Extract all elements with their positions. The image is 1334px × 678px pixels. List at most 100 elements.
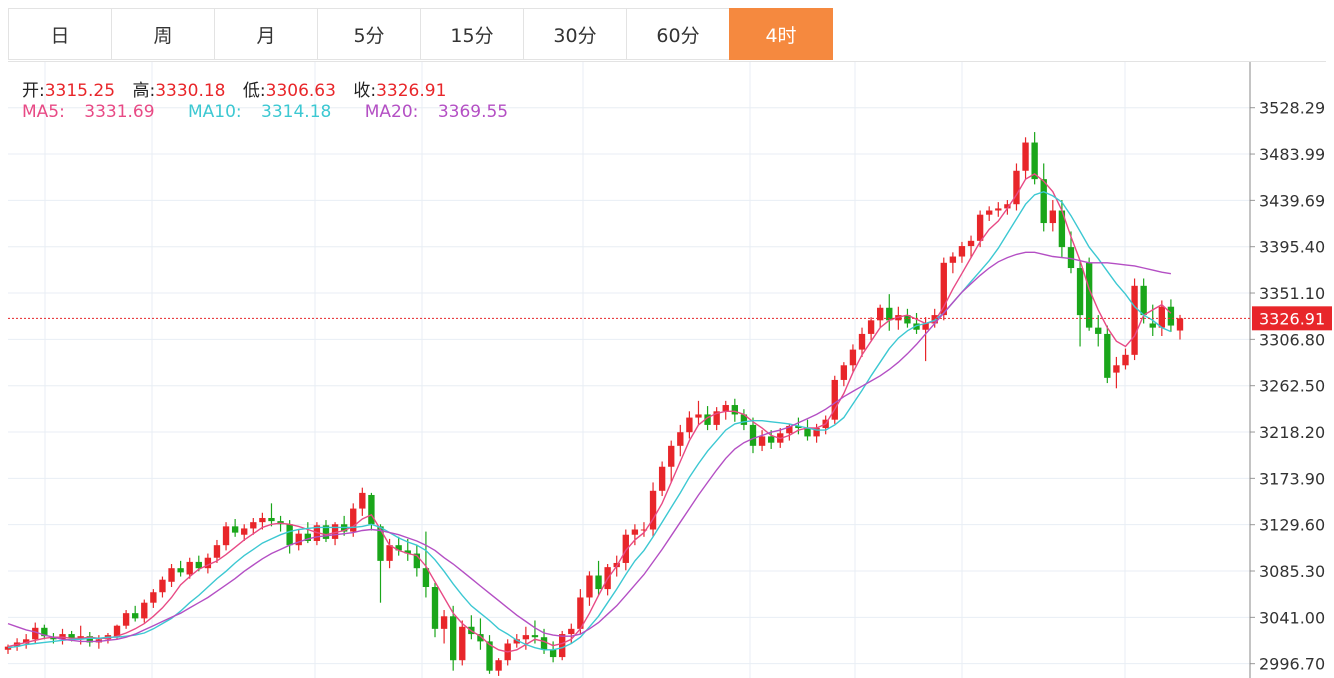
candle-body — [586, 575, 593, 598]
candle-body — [250, 522, 257, 529]
candle-body — [1095, 327, 1102, 334]
y-tick-label: 3439.69 — [1259, 191, 1325, 210]
candle-body — [986, 210, 993, 215]
ma-readout: MA5: 3331.69 MA10: 3314.18 MA20: 3369.55 — [22, 102, 536, 122]
candle-body — [186, 561, 193, 575]
candle-body — [241, 528, 248, 535]
candle-body — [231, 526, 239, 533]
candle-body — [858, 333, 866, 350]
candle-body — [1076, 268, 1084, 316]
candle-body — [1131, 285, 1138, 355]
candle-body — [995, 208, 1002, 211]
candle-body — [1167, 306, 1175, 326]
current-price-label: 3326.91 — [1259, 309, 1325, 328]
candle-body — [949, 256, 957, 263]
ma10-value: 3314.18 — [261, 102, 332, 122]
candle-body — [658, 466, 666, 491]
candle-body — [549, 649, 557, 658]
candle-body — [1067, 247, 1075, 269]
candle-body — [568, 628, 575, 635]
y-tick-label: 3129.60 — [1259, 516, 1325, 535]
candle-body — [695, 414, 702, 418]
candle-body — [722, 405, 729, 412]
y-tick-label: 3041.00 — [1259, 608, 1325, 627]
candle-body — [368, 494, 375, 525]
ma20-readout: MA20: 3369.55 — [365, 102, 522, 122]
candle-body — [168, 568, 175, 582]
y-tick-label: 3173.90 — [1259, 469, 1325, 488]
candle-body — [867, 320, 875, 334]
candle-body — [286, 524, 293, 546]
candle-body — [1022, 142, 1029, 171]
candle-body — [967, 240, 975, 247]
candle-body — [359, 492, 366, 509]
candle-body — [122, 613, 130, 626]
y-tick-label: 3351.10 — [1259, 284, 1325, 303]
candle-body — [1040, 179, 1047, 224]
ma5-label: MA5: — [22, 102, 65, 122]
candle-body — [976, 214, 984, 241]
candle-body — [1140, 285, 1147, 316]
candle-body — [449, 616, 457, 661]
candle-body — [459, 626, 466, 661]
candle-body — [177, 568, 184, 573]
ma5-value: 3331.69 — [84, 102, 155, 122]
candle-body — [840, 365, 848, 380]
candle-body — [132, 613, 139, 619]
candle-body — [522, 635, 530, 640]
y-tick-label: 3306.80 — [1259, 330, 1325, 349]
ma5-readout: MA5: 3331.69 — [22, 102, 169, 122]
y-tick-label: 3395.40 — [1259, 238, 1325, 257]
open-value: 3315.25 — [44, 81, 116, 101]
candle-body — [749, 424, 757, 446]
candle-body — [767, 436, 775, 443]
candle-body — [386, 545, 393, 561]
close-value: 3326.91 — [376, 81, 447, 101]
candle-body — [677, 432, 684, 446]
candle-body — [195, 561, 202, 569]
candle-body — [159, 579, 166, 593]
candle-body — [222, 526, 230, 546]
candle-body — [1104, 333, 1111, 378]
low-value: 3306.63 — [265, 81, 336, 101]
ma20-label: MA20: — [364, 102, 419, 122]
candle-body — [495, 660, 502, 671]
candle-body — [631, 529, 639, 535]
open-label: 开: — [22, 81, 45, 101]
high-label: 高: — [132, 81, 156, 101]
candle-body — [849, 349, 857, 366]
y-tick-label: 3085.30 — [1259, 562, 1325, 581]
candle-body — [150, 592, 157, 603]
candle-body — [758, 436, 766, 446]
candle-body — [1149, 323, 1156, 328]
close-label: 收: — [353, 81, 377, 101]
ma20-value: 3369.55 — [437, 102, 509, 122]
candle-body — [1113, 365, 1120, 373]
candle-body — [595, 575, 602, 590]
candle-body — [559, 634, 566, 658]
candle-body — [531, 635, 539, 638]
ma10-readout: MA10: 3314.18 — [188, 102, 345, 122]
candle-body — [1049, 210, 1056, 224]
candle-body — [32, 627, 39, 640]
candle-body — [649, 490, 657, 530]
candle-body — [686, 417, 693, 433]
y-tick-label: 3528.29 — [1259, 99, 1325, 118]
y-tick-label: 3218.20 — [1259, 423, 1325, 442]
candle-body — [1176, 318, 1184, 331]
candle-body — [958, 246, 966, 257]
candle-body — [213, 545, 221, 558]
y-tick-label: 3262.50 — [1259, 377, 1325, 396]
candle-body — [259, 517, 266, 523]
candle-body — [540, 637, 548, 650]
candle-body — [440, 616, 448, 629]
low-label: 低: — [242, 81, 266, 101]
y-tick-label: 2996.70 — [1259, 655, 1325, 674]
high-value: 3330.18 — [155, 81, 226, 101]
ma10-label: MA10: — [187, 102, 242, 122]
candle-body — [731, 405, 739, 415]
candle-body — [1122, 354, 1129, 366]
candle-body — [804, 428, 811, 437]
candle-body — [141, 602, 148, 619]
ohlc-readout: 开:3315.25 高:3330.18 低:3306.63 收:3326.91 — [22, 76, 458, 101]
